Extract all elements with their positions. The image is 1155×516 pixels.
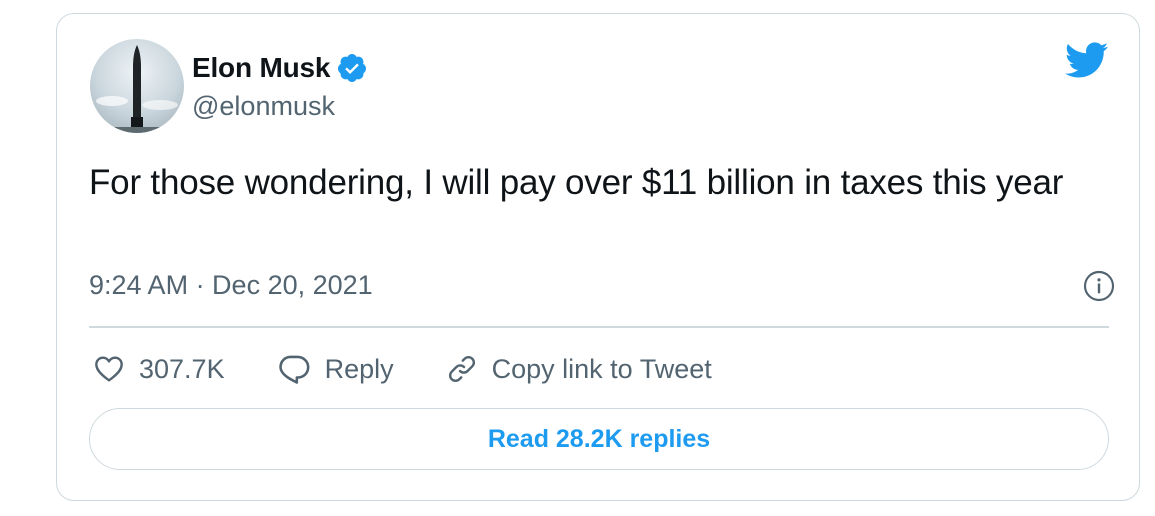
verified-badge-icon [336, 52, 368, 84]
starship-avatar-icon [90, 45, 184, 133]
avatar[interactable] [90, 39, 184, 133]
info-icon[interactable] [1083, 270, 1115, 302]
copy-link-button[interactable]: Copy link to Tweet [446, 353, 712, 385]
tweet-actions: 307.7K Reply Copy link to Tweet [93, 346, 764, 392]
reply-label: Reply [324, 353, 394, 384]
link-icon [448, 355, 475, 383]
author-name-row: Elon Musk [192, 51, 368, 85]
read-replies-label: Read 28.2K replies [487, 424, 711, 453]
twitter-bird-icon[interactable] [1063, 41, 1109, 79]
tweet-text: For those wondering, I will pay over $11… [89, 163, 1064, 202]
reply-icon [278, 355, 310, 384]
copy-link-label: Copy link to Tweet [491, 353, 712, 384]
tweet-card: Elon Musk @elonmusk For those wondering,… [56, 13, 1140, 501]
author-handle[interactable]: @elonmusk [192, 91, 335, 122]
heart-icon [95, 356, 123, 382]
like-button[interactable]: 307.7K [93, 353, 225, 385]
tweet-timestamp[interactable]: 9:24 AM · Dec 20, 2021 [89, 270, 373, 301]
reply-button[interactable]: Reply [277, 352, 394, 386]
read-replies-button[interactable]: Read 28.2K replies [89, 408, 1109, 470]
author-name[interactable]: Elon Musk [192, 52, 330, 84]
like-count: 307.7K [139, 353, 225, 384]
divider [89, 326, 1109, 328]
